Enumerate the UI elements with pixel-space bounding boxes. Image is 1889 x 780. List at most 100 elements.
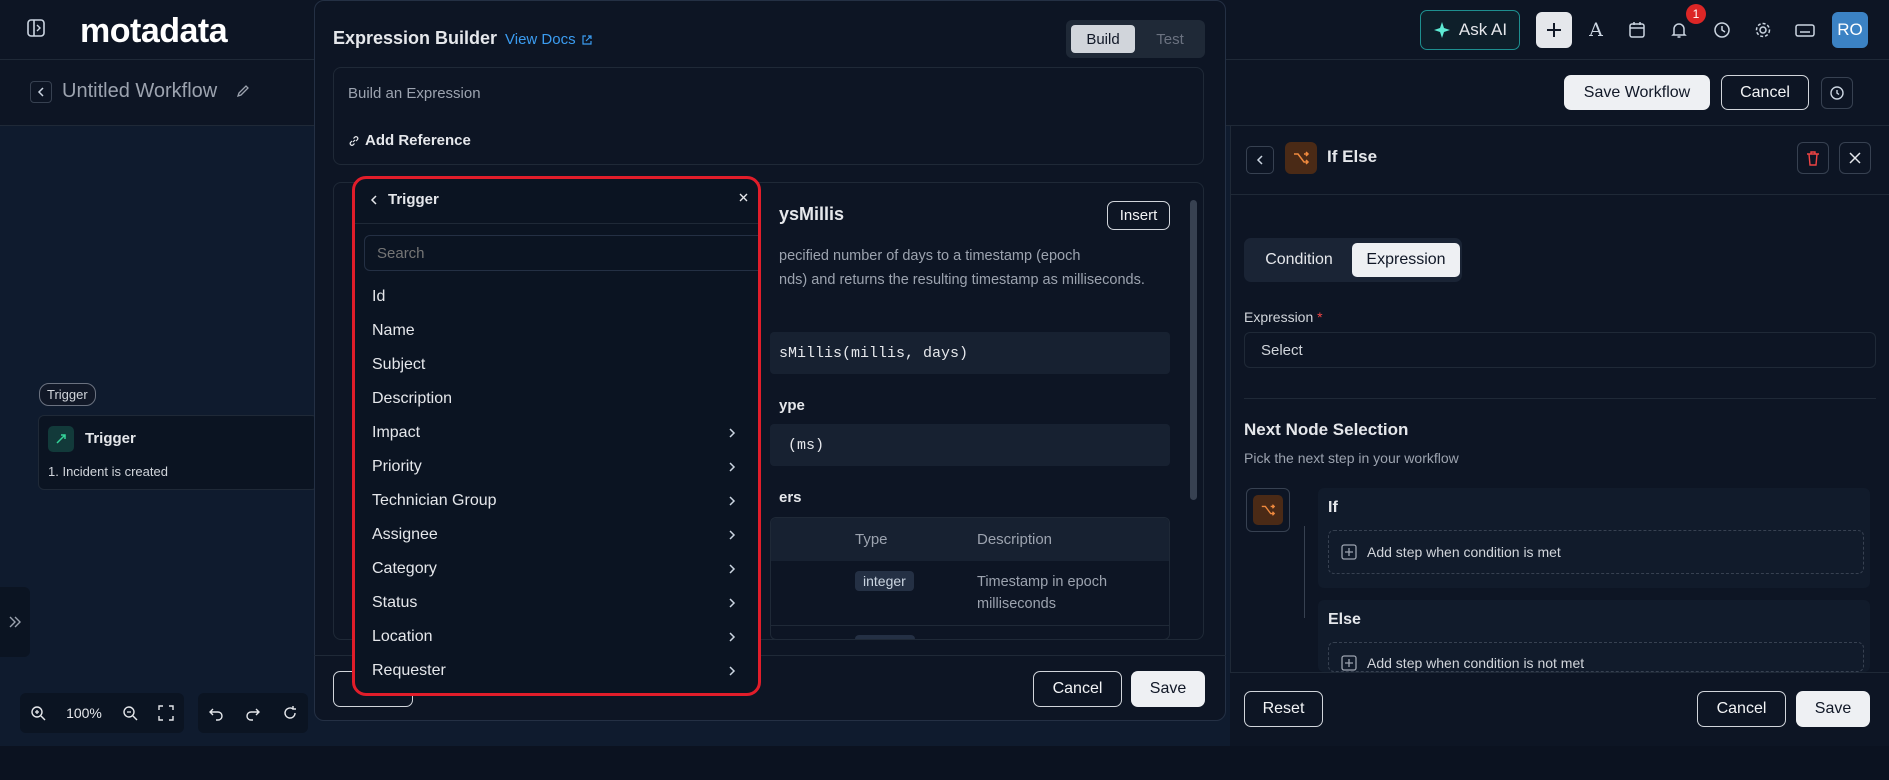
save-workflow-button[interactable]: Save Workflow bbox=[1564, 75, 1710, 110]
keyboard-icon[interactable] bbox=[1789, 14, 1821, 46]
workflow-title[interactable]: Untitled Workflow bbox=[62, 80, 217, 103]
version-history-button[interactable] bbox=[1821, 77, 1853, 109]
link-icon bbox=[349, 135, 359, 146]
double-chevron-right-icon bbox=[9, 616, 21, 628]
next-node-title: Next Node Selection bbox=[1244, 420, 1409, 439]
trigger-node[interactable]: Trigger 1. Incident is created bbox=[38, 415, 318, 490]
dropdown-back-button[interactable]: Trigger bbox=[369, 191, 439, 208]
view-docs-link[interactable]: View Docs bbox=[505, 31, 593, 48]
dropdown-item[interactable]: Status bbox=[372, 586, 747, 620]
add-button[interactable] bbox=[1536, 12, 1572, 48]
calendar-icon[interactable] bbox=[1621, 14, 1653, 46]
history-controls bbox=[198, 693, 308, 733]
delete-node-button[interactable] bbox=[1797, 142, 1829, 174]
plus-square-icon bbox=[1341, 655, 1357, 671]
dropdown-item[interactable]: Id bbox=[372, 280, 747, 314]
pencil-icon[interactable] bbox=[236, 84, 250, 98]
dropdown-search-input[interactable] bbox=[364, 235, 758, 271]
sidebar-toggle-icon[interactable] bbox=[20, 12, 52, 44]
chevron-right-icon bbox=[729, 564, 736, 574]
dropdown-item[interactable]: Assignee bbox=[372, 518, 747, 552]
panel-save-button[interactable]: Save bbox=[1796, 691, 1870, 727]
expand-panel-button[interactable] bbox=[0, 587, 30, 657]
tab-expression[interactable]: Expression bbox=[1352, 243, 1460, 277]
modal-save-button[interactable]: Save bbox=[1131, 671, 1205, 707]
add-step-if-button[interactable]: Add step when condition is met bbox=[1328, 530, 1864, 574]
expression-input[interactable] bbox=[333, 67, 1204, 165]
tab-build[interactable]: Build bbox=[1071, 25, 1135, 53]
history-icon[interactable] bbox=[1706, 14, 1738, 46]
dropdown-item[interactable]: Priority bbox=[372, 450, 747, 484]
notification-badge: 1 bbox=[1686, 4, 1706, 24]
doc-scrollbar[interactable] bbox=[1190, 200, 1197, 500]
chevron-right-icon bbox=[729, 462, 736, 472]
redo-icon[interactable] bbox=[245, 705, 261, 721]
dropdown-header: Trigger bbox=[388, 191, 439, 208]
ask-ai-button[interactable]: Ask AI bbox=[1420, 10, 1520, 50]
param-type-chip: integer bbox=[855, 571, 914, 591]
branch-node-icon bbox=[1246, 488, 1290, 532]
expression-label: Expression * bbox=[1244, 309, 1323, 325]
tab-test[interactable]: Test bbox=[1140, 25, 1200, 53]
next-node-subtitle: Pick the next step in your workflow bbox=[1244, 450, 1459, 466]
divider bbox=[1244, 398, 1876, 399]
dropdown-item[interactable]: Description bbox=[372, 382, 747, 416]
sparkle-icon bbox=[1433, 21, 1451, 39]
ask-ai-label: Ask AI bbox=[1458, 20, 1508, 39]
close-panel-button[interactable] bbox=[1839, 142, 1871, 174]
avatar[interactable]: RO bbox=[1832, 12, 1868, 48]
plus-square-icon bbox=[1341, 544, 1357, 560]
undo-icon[interactable] bbox=[208, 705, 224, 721]
trigger-pill: Trigger bbox=[39, 383, 96, 406]
tab-condition[interactable]: Condition bbox=[1249, 243, 1349, 277]
external-link-icon bbox=[581, 34, 592, 45]
param-description: Timestamp in epoch milliseconds bbox=[977, 574, 1108, 612]
dropdown-item[interactable]: Category bbox=[372, 552, 747, 586]
panel-cancel-button[interactable]: Cancel bbox=[1697, 691, 1786, 727]
modal-cancel-button[interactable]: Cancel bbox=[1033, 671, 1122, 707]
add-reference-button[interactable]: Add Reference bbox=[348, 132, 471, 149]
gear-icon[interactable] bbox=[1747, 14, 1779, 46]
dropdown-item-label: Category bbox=[372, 560, 437, 577]
trash-icon bbox=[1807, 151, 1819, 166]
chevron-right-icon bbox=[729, 428, 736, 438]
dropdown-item[interactable]: Name bbox=[372, 314, 747, 348]
plus-icon bbox=[1547, 23, 1561, 37]
refresh-icon[interactable] bbox=[282, 705, 298, 721]
dropdown-item[interactable]: Location bbox=[372, 620, 747, 654]
panel-back-button[interactable] bbox=[1246, 146, 1274, 174]
dropdown-item-label: Id bbox=[372, 288, 386, 305]
chevron-right-icon bbox=[729, 666, 736, 676]
insert-button[interactable]: Insert bbox=[1107, 201, 1170, 230]
dropdown-item[interactable]: Requester bbox=[372, 654, 747, 688]
dropdown-item[interactable]: Subject bbox=[372, 348, 747, 382]
expression-select[interactable]: Select bbox=[1244, 332, 1876, 368]
dropdown-item[interactable]: Impact bbox=[372, 416, 747, 450]
trigger-node-desc: 1. Incident is created bbox=[48, 464, 168, 479]
chevron-left-icon bbox=[370, 194, 377, 205]
close-icon bbox=[1849, 152, 1861, 164]
dropdown-item-label: Assignee bbox=[372, 526, 438, 543]
restore-icon bbox=[1830, 86, 1844, 100]
dropdown-close-icon[interactable] bbox=[738, 192, 749, 203]
reference-dropdown: Trigger Id Name Subject Description Impact Pr… bbox=[352, 176, 761, 696]
return-type-heading: ype bbox=[779, 397, 805, 414]
trigger-icon bbox=[48, 426, 74, 452]
back-button[interactable] bbox=[30, 81, 52, 103]
chevron-left-icon bbox=[1256, 155, 1263, 165]
dropdown-item[interactable]: Technician Group bbox=[372, 484, 747, 518]
param-col-type: Type bbox=[855, 531, 888, 548]
dropdown-item-label: Requester bbox=[372, 662, 446, 679]
add-step-else-button[interactable]: Add step when condition is not met bbox=[1328, 642, 1864, 672]
divider bbox=[1230, 194, 1889, 195]
reset-button[interactable]: Reset bbox=[1244, 691, 1323, 727]
zoom-controls: 100% bbox=[20, 693, 184, 733]
zoom-out-icon[interactable] bbox=[122, 705, 138, 721]
branch-icon bbox=[1285, 142, 1317, 174]
chevron-right-icon bbox=[729, 632, 736, 642]
zoom-in-icon[interactable] bbox=[30, 705, 46, 721]
cancel-workflow-button[interactable]: Cancel bbox=[1721, 75, 1809, 110]
font-icon[interactable]: A bbox=[1580, 14, 1612, 46]
dropdown-item-label: Status bbox=[372, 594, 418, 611]
fit-screen-icon[interactable] bbox=[158, 705, 174, 721]
